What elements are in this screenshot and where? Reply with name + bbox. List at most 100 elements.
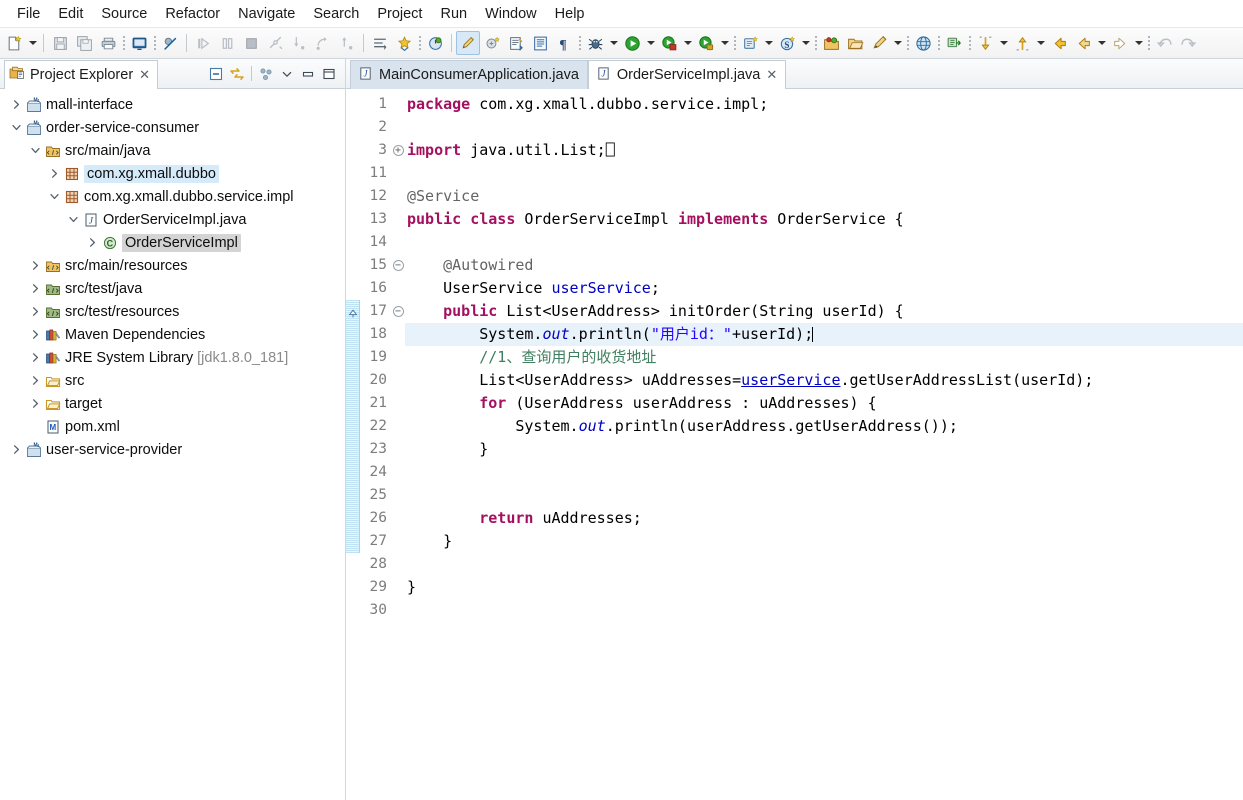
save-icon[interactable] <box>48 31 72 55</box>
maximize-view-icon[interactable] <box>319 64 339 84</box>
next-annotation-icon[interactable] <box>368 31 392 55</box>
svn-dropdown-arrow[interactable] <box>799 31 812 55</box>
forward-arrow[interactable] <box>1132 31 1145 55</box>
code-line[interactable] <box>405 116 1243 139</box>
chevron-right-icon[interactable] <box>46 162 62 185</box>
menu-item-navigate[interactable]: Navigate <box>229 4 304 24</box>
run-as-server-icon[interactable] <box>657 31 681 55</box>
tree-item-src-main-resources[interactable]: src/main/resources <box>0 254 345 277</box>
chevron-right-icon[interactable] <box>27 277 43 300</box>
code-line[interactable]: @Service <box>405 185 1243 208</box>
step-into-icon[interactable] <box>287 31 311 55</box>
print-icon[interactable] <box>96 31 120 55</box>
chevron-down-icon[interactable] <box>65 208 81 231</box>
tree-item-pom-xml[interactable]: Mpom.xml <box>0 415 345 438</box>
toolbar-drag-handle[interactable] <box>732 33 737 53</box>
terminate-icon[interactable] <box>239 31 263 55</box>
menu-item-edit[interactable]: Edit <box>49 4 92 24</box>
chevron-down-icon[interactable] <box>27 139 43 162</box>
collapse-all-icon[interactable] <box>206 64 226 84</box>
open-resource-icon[interactable] <box>843 31 867 55</box>
menu-item-project[interactable]: Project <box>368 4 431 24</box>
fold-collapse-icon[interactable]: − <box>391 300 405 323</box>
code-line[interactable]: public class OrderServiceImpl implements… <box>405 208 1243 231</box>
debug-dropdown-arrow[interactable] <box>607 31 620 55</box>
chevron-right-icon[interactable] <box>27 323 43 346</box>
project-explorer-tab[interactable]: Project Explorer ✕ <box>4 60 159 89</box>
chevron-right-icon[interactable] <box>8 93 24 116</box>
menu-item-help[interactable]: Help <box>546 4 594 24</box>
tree-item-com-xg-xmall-dubbo[interactable]: com.xg.xmall.dubbo <box>0 162 345 185</box>
code-line[interactable]: for (UserAddress userAddress : uAddresse… <box>405 392 1243 415</box>
project-tree[interactable]: M Jmall-interface M Jorder-service-consumer… <box>0 89 345 800</box>
close-icon[interactable]: ✕ <box>766 69 777 82</box>
pin-editor-icon[interactable] <box>942 31 966 55</box>
menu-item-source[interactable]: Source <box>92 4 156 24</box>
tree-item-orderserviceimpl-java[interactable]: J OrderServiceImpl.java <box>0 208 345 231</box>
menu-item-run[interactable]: Run <box>431 4 476 24</box>
code-line[interactable]: } <box>405 438 1243 461</box>
code-line[interactable] <box>405 553 1243 576</box>
menu-item-refactor[interactable]: Refactor <box>156 4 229 24</box>
chevron-right-icon[interactable] <box>27 392 43 415</box>
code-line[interactable] <box>405 599 1243 622</box>
code-line[interactable]: return uAddresses; <box>405 507 1243 530</box>
save-all-icon[interactable] <box>72 31 96 55</box>
chevron-down-icon[interactable] <box>46 185 62 208</box>
view-filter-icon[interactable] <box>256 64 276 84</box>
run-icon[interactable] <box>620 31 644 55</box>
editor-tab-orderserviceimpl[interactable]: J OrderServiceImpl.java ✕ <box>587 60 787 89</box>
code-line[interactable]: System.out.println("用户id："+userId); <box>405 323 1243 346</box>
chevron-right-icon[interactable] <box>27 300 43 323</box>
menu-item-search[interactable]: Search <box>304 4 368 24</box>
run-dropdown-arrow[interactable] <box>644 31 657 55</box>
code-line[interactable]: package com.xg.xmall.dubbo.service.impl; <box>405 93 1243 116</box>
code-line[interactable]: //1、查询用户的收货地址 <box>405 346 1243 369</box>
tree-item-src-test-java[interactable]: src/test/java <box>0 277 345 300</box>
open-console-icon[interactable] <box>127 31 151 55</box>
close-icon[interactable]: ✕ <box>138 69 151 82</box>
search-dropdown-arrow[interactable] <box>891 31 904 55</box>
code-line[interactable]: } <box>405 576 1243 599</box>
resume-icon[interactable] <box>191 31 215 55</box>
toolbar-drag-handle[interactable] <box>905 33 910 53</box>
editor-tab-mainconsumerapplication[interactable]: J MainConsumerApplication.java <box>350 60 588 89</box>
run-as-server-arrow[interactable] <box>681 31 694 55</box>
back-history-arrow[interactable] <box>1095 31 1108 55</box>
tree-item-src-main-java[interactable]: src/main/java <box>0 139 345 162</box>
back-icon[interactable] <box>1047 31 1071 55</box>
show-whitespace-icon[interactable]: ¶ <box>552 31 576 55</box>
previous-member-icon[interactable] <box>1010 31 1034 55</box>
chevron-right-icon[interactable] <box>84 231 100 254</box>
open-type-icon[interactable] <box>528 31 552 55</box>
chevron-right-icon[interactable] <box>8 438 24 461</box>
code-content[interactable]: package com.xg.xmall.dubbo.service.impl;… <box>405 89 1243 800</box>
tree-item-target[interactable]: target <box>0 392 345 415</box>
toolbar-drag-handle[interactable] <box>936 33 941 53</box>
tree-item-maven-dependencies[interactable]: Maven Dependencies <box>0 323 345 346</box>
next-member-icon[interactable] <box>973 31 997 55</box>
search-icon[interactable] <box>867 31 891 55</box>
code-line[interactable]: List<UserAddress> uAddresses=userService… <box>405 369 1243 392</box>
toolbar-drag-handle[interactable] <box>152 33 157 53</box>
view-menu-icon[interactable] <box>277 64 297 84</box>
tree-item-jre-system-library[interactable]: JRE System Library [jdk1.8.0_181] <box>0 346 345 369</box>
code-line[interactable] <box>405 484 1243 507</box>
code-editor[interactable]: 1 2 3 11 12 13 14 15 16 17 18 19 20 21 22 23 24 25 26 27 28 2… <box>346 89 1243 800</box>
code-line[interactable] <box>405 162 1243 185</box>
code-line[interactable] <box>405 231 1243 254</box>
new-java-package-icon[interactable] <box>504 31 528 55</box>
coverage-icon[interactable] <box>392 31 416 55</box>
toolbar-drag-handle[interactable] <box>967 33 972 53</box>
toolbar-drag-handle[interactable] <box>813 33 818 53</box>
new-wizard-icon[interactable] <box>2 31 26 55</box>
chevron-right-icon[interactable] <box>27 254 43 277</box>
step-return-icon[interactable] <box>335 31 359 55</box>
tree-item-src-test-resources[interactable]: src/test/resources <box>0 300 345 323</box>
undo-icon[interactable] <box>1152 31 1176 55</box>
tree-item-user-service-provider[interactable]: M Juser-service-provider <box>0 438 345 461</box>
code-line[interactable]: } <box>405 530 1243 553</box>
previous-member-arrow[interactable] <box>1034 31 1047 55</box>
toolbar-drag-handle[interactable] <box>121 33 126 53</box>
tree-item-mall-interface[interactable]: M Jmall-interface <box>0 93 345 116</box>
